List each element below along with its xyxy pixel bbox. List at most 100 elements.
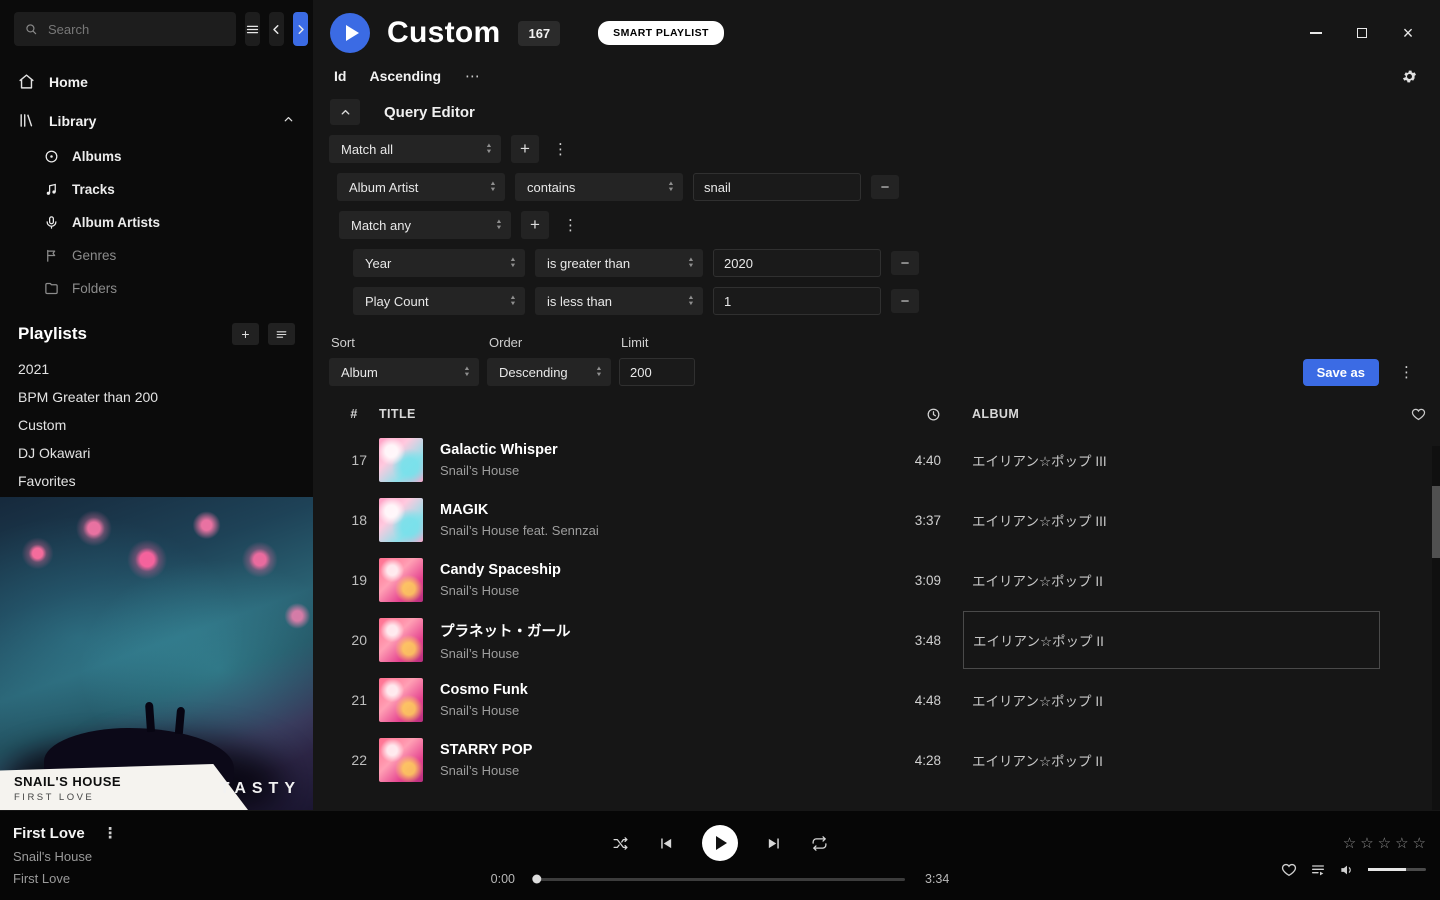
maximize-button[interactable] bbox=[1354, 25, 1370, 41]
play-pause-button[interactable] bbox=[702, 825, 738, 861]
scrollbar-thumb[interactable] bbox=[1432, 486, 1440, 558]
volume-button[interactable] bbox=[1339, 862, 1355, 878]
repeat-button[interactable] bbox=[811, 835, 828, 852]
playlist-item[interactable]: 2021 bbox=[0, 355, 313, 383]
track-duration: 4:40 bbox=[871, 453, 941, 468]
track-album-focused[interactable]: エイリアン☆ポップ II bbox=[963, 611, 1380, 669]
sidebar-item-home[interactable]: Home bbox=[0, 62, 313, 101]
title-column-header[interactable]: TITLE bbox=[379, 407, 871, 421]
rule-value-input[interactable] bbox=[713, 287, 881, 315]
search-icon bbox=[24, 22, 38, 36]
next-track-button[interactable] bbox=[766, 835, 783, 852]
star-icon[interactable]: ☆ bbox=[1343, 834, 1356, 852]
sort-select[interactable]: Album bbox=[329, 358, 479, 386]
save-menu-button[interactable]: ⋮ bbox=[1395, 363, 1418, 381]
group-menu-button[interactable]: ⋮ bbox=[549, 140, 572, 158]
remove-rule-button[interactable]: − bbox=[891, 289, 919, 313]
collapse-query-editor-button[interactable] bbox=[330, 99, 360, 125]
remove-rule-button[interactable]: − bbox=[871, 175, 899, 199]
search-input[interactable] bbox=[46, 21, 226, 38]
sidebar-item-album-artists[interactable]: Album Artists bbox=[0, 206, 313, 239]
add-playlist-button[interactable]: + bbox=[232, 323, 259, 345]
table-row[interactable]: 18 MAGIK Snail’s House feat. Sennzai 3:3… bbox=[313, 490, 1440, 550]
sidebar-item-albums[interactable]: Albums bbox=[0, 140, 313, 173]
favorite-button[interactable] bbox=[1281, 862, 1297, 878]
rule-value-input[interactable] bbox=[713, 249, 881, 277]
playlist-item[interactable]: BPM Greater than 200 bbox=[0, 383, 313, 411]
back-button[interactable] bbox=[269, 12, 284, 46]
star-icon[interactable]: ☆ bbox=[1378, 834, 1391, 852]
table-row[interactable]: 19 Candy Spaceship Snail’s House 3:09 エイ… bbox=[313, 550, 1440, 610]
volume-slider[interactable] bbox=[1368, 868, 1426, 871]
now-playing-artist: Snail's House bbox=[13, 849, 430, 864]
limit-input[interactable] bbox=[619, 358, 695, 386]
rule-field-select[interactable]: Year bbox=[353, 249, 525, 277]
add-rule-button[interactable]: + bbox=[511, 135, 539, 163]
shuffle-button[interactable] bbox=[612, 835, 629, 852]
rule-operator-value: contains bbox=[527, 180, 575, 195]
track-title-cell: プラネット・ガール Snail’s House bbox=[379, 618, 871, 662]
menu-button[interactable] bbox=[245, 12, 260, 46]
playlist-item[interactable]: Favorites bbox=[0, 467, 313, 495]
rule-operator-select[interactable]: is greater than bbox=[535, 249, 703, 277]
rating-stars[interactable]: ☆ ☆ ☆ ☆ ☆ bbox=[1343, 834, 1426, 852]
vertical-scrollbar[interactable] bbox=[1432, 446, 1440, 810]
track-album[interactable]: エイリアン☆ポップ II bbox=[972, 550, 1392, 610]
playlist-item[interactable]: DJ Okawari bbox=[0, 439, 313, 467]
chevron-left-icon bbox=[269, 22, 284, 37]
sidebar-item-library[interactable]: Library bbox=[0, 101, 313, 140]
previous-track-button[interactable] bbox=[657, 835, 674, 852]
star-icon[interactable]: ☆ bbox=[1360, 834, 1373, 852]
search-box[interactable] bbox=[14, 12, 236, 46]
duration-column-header[interactable] bbox=[871, 407, 941, 422]
queue-button[interactable] bbox=[1310, 862, 1326, 878]
rule-field-select[interactable]: Album Artist bbox=[337, 173, 505, 201]
rule-field-select[interactable]: Play Count bbox=[353, 287, 525, 315]
rule-operator-select[interactable]: contains bbox=[515, 173, 683, 201]
seek-bar[interactable] bbox=[535, 878, 905, 881]
sort-field-button[interactable]: Id bbox=[334, 68, 346, 84]
sort-direction-button[interactable]: Ascending bbox=[369, 68, 441, 84]
remove-rule-button[interactable]: − bbox=[891, 251, 919, 275]
close-button[interactable]: × bbox=[1400, 25, 1416, 41]
track-album[interactable]: エイリアン☆ポップ II bbox=[972, 730, 1392, 790]
table-row[interactable]: 20 プラネット・ガール Snail’s House 3:48 エイリアン☆ポッ… bbox=[313, 610, 1440, 670]
sort-more-button[interactable]: ⋯ bbox=[465, 67, 480, 85]
now-playing-menu-button[interactable]: ⋮ bbox=[99, 824, 122, 842]
play-icon bbox=[716, 836, 727, 850]
match-type-select[interactable]: Match all bbox=[329, 135, 501, 163]
now-playing-album-art[interactable]: SNAIL'S HOUSE FIRST LOVE TASTY bbox=[0, 497, 313, 810]
order-select[interactable]: Descending bbox=[487, 358, 611, 386]
track-album[interactable]: エイリアン☆ポップ II bbox=[972, 670, 1392, 730]
play-playlist-button[interactable] bbox=[330, 13, 370, 53]
album-art-banner: SNAIL'S HOUSE FIRST LOVE bbox=[0, 764, 248, 810]
star-icon[interactable]: ☆ bbox=[1413, 834, 1426, 852]
add-subgroup-rule-button[interactable]: + bbox=[521, 211, 549, 239]
star-icon[interactable]: ☆ bbox=[1395, 834, 1408, 852]
rule-operator-select[interactable]: is less than bbox=[535, 287, 703, 315]
page-title: Custom bbox=[387, 16, 500, 50]
favorite-column-header[interactable] bbox=[1392, 407, 1428, 422]
track-album[interactable]: エイリアン☆ポップ III bbox=[972, 490, 1392, 550]
seek-handle[interactable] bbox=[532, 875, 541, 884]
collapse-library-button[interactable] bbox=[282, 113, 295, 129]
forward-button[interactable] bbox=[293, 12, 308, 46]
playlist-item[interactable]: Custom bbox=[0, 411, 313, 439]
table-row[interactable]: 22 STARRY POP Snail’s House 4:28 エイリアン☆ポ… bbox=[313, 730, 1440, 790]
sidebar-item-folders[interactable]: Folders bbox=[0, 272, 313, 305]
rule-value-input[interactable] bbox=[693, 173, 861, 201]
sidebar-item-label: Library bbox=[49, 113, 96, 129]
subgroup-menu-button[interactable]: ⋮ bbox=[559, 216, 582, 234]
album-column-header[interactable]: ALBUM bbox=[972, 407, 1392, 421]
table-row[interactable]: 17 Galactic Whisper Snail’s House 4:40 エ… bbox=[313, 430, 1440, 490]
table-row[interactable]: 21 Cosmo Funk Snail’s House 4:48 エイリアン☆ポ… bbox=[313, 670, 1440, 730]
playlists-menu-button[interactable] bbox=[268, 323, 295, 345]
settings-button[interactable] bbox=[1401, 68, 1418, 85]
number-column-header[interactable]: # bbox=[329, 407, 379, 421]
sidebar-item-tracks[interactable]: Tracks bbox=[0, 173, 313, 206]
minimize-button[interactable] bbox=[1308, 25, 1324, 41]
subgroup-match-type-select[interactable]: Match any bbox=[339, 211, 511, 239]
save-as-button[interactable]: Save as bbox=[1303, 359, 1379, 386]
track-album[interactable]: エイリアン☆ポップ III bbox=[972, 430, 1392, 490]
sidebar-item-genres[interactable]: Genres bbox=[0, 239, 313, 272]
